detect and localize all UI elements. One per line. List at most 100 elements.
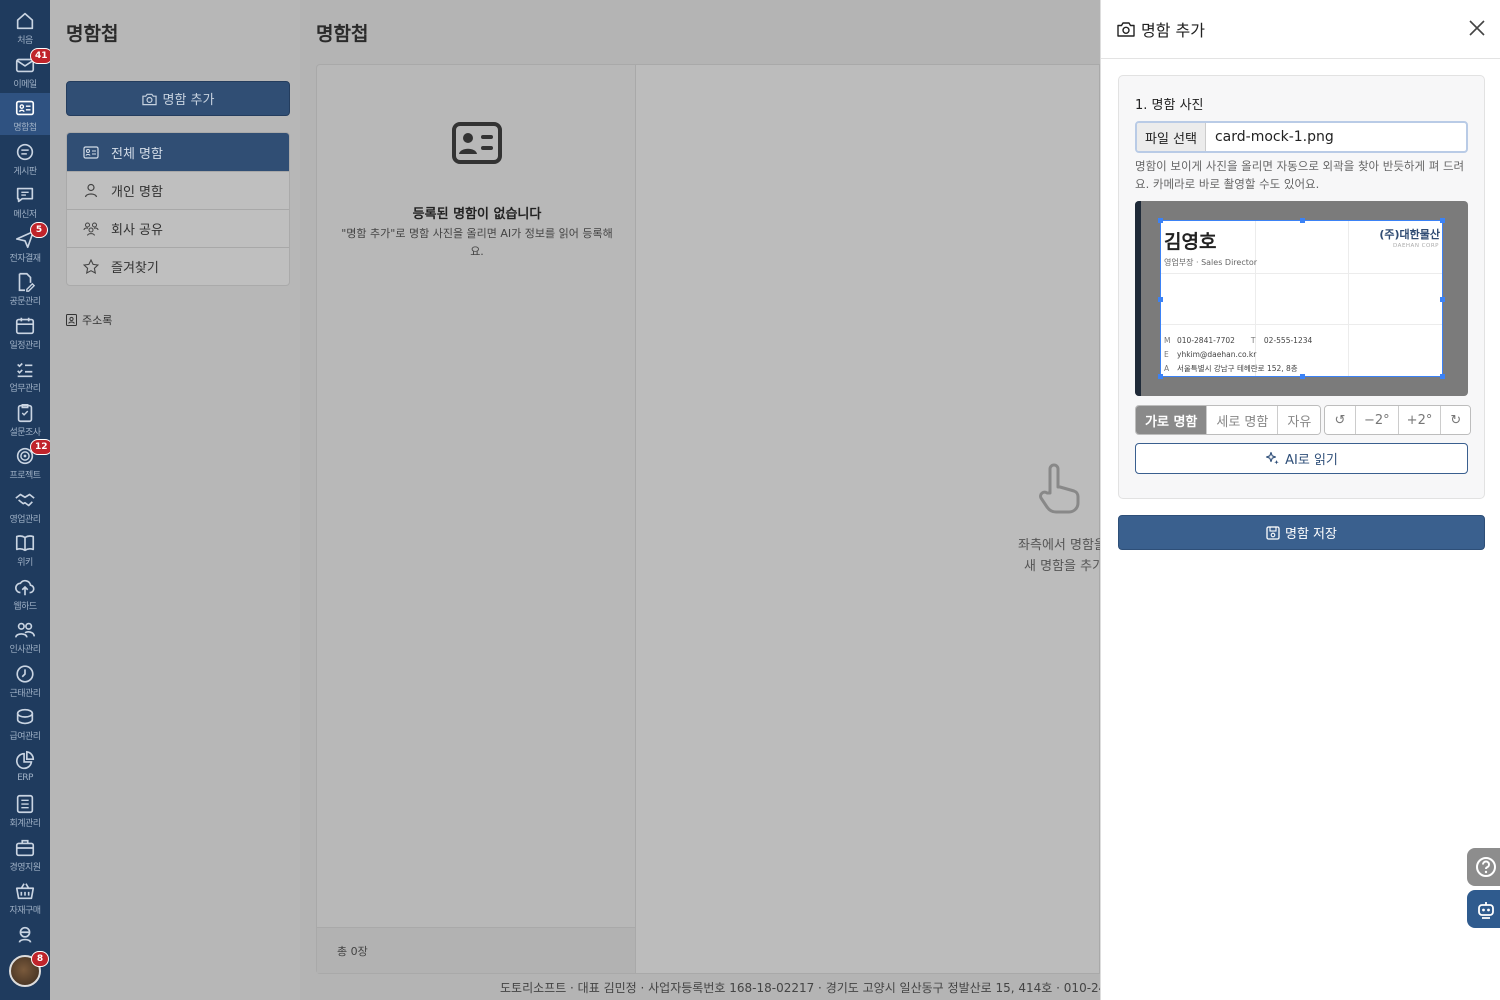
help-button[interactable] xyxy=(1467,848,1500,886)
rail-label: 공문관리 xyxy=(9,297,41,307)
rail-item-coins[interactable]: 급여관리 xyxy=(0,702,50,744)
grid-line xyxy=(1161,272,1442,274)
file-name: card-mock-1.png xyxy=(1214,129,1334,145)
rail-item-survey[interactable]: 설문조사 xyxy=(0,398,50,440)
rail-item-clock[interactable]: 근태관리 xyxy=(0,659,50,701)
crop-handle[interactable] xyxy=(1440,374,1445,379)
grid-line xyxy=(1161,324,1442,326)
orientation-landscape-button[interactable]: 가로 명함 xyxy=(1136,406,1207,434)
rail-item-checklist[interactable]: 업무관리 xyxy=(0,354,50,396)
person-icon xyxy=(84,183,98,198)
menu-item-company-shared[interactable]: 회사 공유 xyxy=(67,209,289,247)
rail-item-send[interactable]: 전자결재 5 xyxy=(0,221,50,266)
card-menu: 전체 명함 개인 명함 회사 공유 즐겨찾기 xyxy=(66,132,290,286)
rail-item-briefcase[interactable]: 경영지원 xyxy=(0,833,50,875)
crop-handle[interactable] xyxy=(1440,218,1445,223)
card-list-panel: 등록된 명함이 없습니다 "명함 추가"로 명함 사진을 올리면 AI가 정보를… xyxy=(316,64,636,974)
rail-item-pie-chart[interactable]: ERP xyxy=(0,746,50,788)
pie-chart-icon xyxy=(13,750,37,772)
book-icon xyxy=(13,532,37,554)
main-area: 명함첩 명함 추가 전체 명함 개인 명함 회사 공유 즐겨찾기 주소록 명함첩… xyxy=(50,0,1149,1000)
rail-item-card[interactable]: 명함첩 xyxy=(0,93,50,135)
rail-item-document-edit[interactable]: 공문관리 xyxy=(0,267,50,309)
empty-description: "명함 추가"로 명함 사진을 올리면 AI가 정보를 읽어 등록해요. xyxy=(341,227,613,258)
home-icon xyxy=(13,10,37,32)
rail-item-handshake[interactable]: 영업관리 xyxy=(0,485,50,527)
crop-handle[interactable] xyxy=(1300,374,1305,379)
rail-item-cloud-upload[interactable]: 웹하드 xyxy=(0,572,50,614)
rotate-left-button[interactable]: ↺ xyxy=(1325,406,1355,434)
card-company: (주)대한물산 xyxy=(1379,228,1440,241)
address-book-label: 주소록 xyxy=(82,314,113,327)
people-icon xyxy=(13,619,37,641)
file-select-button[interactable]: 파일 선택 xyxy=(1137,123,1206,151)
rail-badge: 5 xyxy=(30,221,48,238)
document-edit-icon xyxy=(13,271,37,293)
file-input[interactable]: 파일 선택 card-mock-1.png xyxy=(1135,121,1468,153)
menu-label: 즐겨찾기 xyxy=(111,261,159,276)
pointer-hand-icon xyxy=(1039,463,1080,514)
crop-handle[interactable] xyxy=(1300,218,1305,223)
avatar-badge: 8 xyxy=(31,951,49,967)
rail-item-messenger[interactable]: 메신저 xyxy=(0,180,50,222)
camera-icon xyxy=(1117,22,1135,37)
ai-assistant-button[interactable] xyxy=(1467,890,1500,928)
rail-item-book[interactable]: 위키 xyxy=(0,528,50,570)
help-text: 명함이 보이게 사진을 올리면 자동으로 외곽을 찾아 반듯하게 펴 드려요. … xyxy=(1135,159,1465,191)
add-card-button[interactable]: 명함 추가 xyxy=(66,81,290,116)
add-card-label: 명함 추가 xyxy=(162,93,215,108)
rail-item-ledger[interactable]: 회계관리 xyxy=(0,789,50,831)
crop-handle[interactable] xyxy=(1440,297,1445,302)
card-address-line: A 서울특별시 강남구 테헤란로 152, 8층 xyxy=(1164,364,1298,373)
rail-label: 일정관리 xyxy=(9,340,41,351)
crop-handle[interactable] xyxy=(1158,374,1163,379)
rail-item-mail[interactable]: 이메일 41 xyxy=(0,47,53,92)
crop-area[interactable]: 김영호 영업부장 · Sales Director (주)대한물산 DAEHAN… xyxy=(1158,218,1445,379)
rail-label: 이메일 xyxy=(13,79,37,90)
menu-item-favorites[interactable]: 즐겨찾기 xyxy=(67,247,289,285)
board-icon xyxy=(13,141,37,163)
close-icon[interactable] xyxy=(1468,19,1486,37)
rail-label: 근태관리 xyxy=(9,688,41,699)
robot-icon xyxy=(1478,902,1494,919)
rail-item-home[interactable]: 처음 xyxy=(0,6,50,48)
rotate-plus-2-button[interactable]: +2° xyxy=(1397,406,1441,434)
ledger-icon xyxy=(13,793,37,815)
ai-read-button[interactable]: AI로 읽기 xyxy=(1135,443,1468,474)
rail-item-board[interactable]: 게시판 xyxy=(0,137,50,179)
rail-item-target[interactable]: 프로젝트 12 xyxy=(0,439,53,483)
menu-label: 회사 공유 xyxy=(111,223,163,238)
orientation-free-button[interactable]: 자유 xyxy=(1277,406,1321,434)
contact-book-icon xyxy=(66,314,77,326)
sparkle-icon xyxy=(1266,451,1279,465)
menu-item-all[interactable]: 전체 명함 xyxy=(67,133,289,171)
rotate-right-button[interactable]: ↻ xyxy=(1440,406,1471,434)
address-book-link[interactable]: 주소록 xyxy=(66,312,112,328)
rail-item-calendar[interactable]: 일정관리 xyxy=(0,311,50,353)
handshake-icon xyxy=(13,489,37,511)
rail-label: 급여관리 xyxy=(9,732,41,742)
card-name: 김영호 xyxy=(1164,231,1217,253)
rail-label: 설문조사 xyxy=(9,427,41,438)
rail-label: ERP xyxy=(17,772,33,783)
orientation-portrait-button[interactable]: 세로 명함 xyxy=(1206,406,1278,434)
drawer-title: 명함 추가 xyxy=(1141,21,1205,40)
save-icon xyxy=(1266,525,1280,540)
star-icon xyxy=(83,259,99,274)
survey-icon xyxy=(13,402,37,424)
crop-handle[interactable] xyxy=(1158,218,1163,223)
menu-item-personal[interactable]: 개인 명함 xyxy=(67,171,289,209)
crop-handle[interactable] xyxy=(1158,297,1163,302)
card-edge xyxy=(1135,201,1141,396)
save-card-button[interactable]: 명함 저장 xyxy=(1118,515,1485,550)
rail-item-people[interactable]: 인사관리 xyxy=(0,615,50,657)
id-card-icon xyxy=(452,122,502,164)
app-rail: 처음 이메일 41 명함첩 게시판 메신저 전자결재 5 공문관리일정관리업무관리설문조사 프로젝… xyxy=(0,0,53,1000)
team-icon xyxy=(83,222,99,236)
coins-icon xyxy=(13,706,37,728)
rail-item-basket[interactable]: 자재구매 xyxy=(0,876,50,918)
user-avatar[interactable]: 8 xyxy=(9,951,49,987)
rotate-minus-2-button[interactable]: −2° xyxy=(1355,406,1398,434)
card-phone-line: M 010-2841-7702 T 02-555-1234 xyxy=(1164,336,1313,345)
robot-icon xyxy=(13,924,37,946)
